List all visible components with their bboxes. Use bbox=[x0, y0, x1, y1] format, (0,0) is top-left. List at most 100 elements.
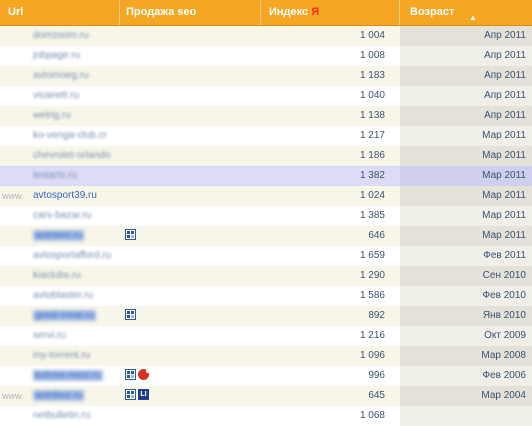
age-cell: Мар 2011 bbox=[400, 126, 532, 146]
url-cell: chevrolet-orlando bbox=[0, 146, 120, 166]
table-row: cars-bazar.ru 1 385 Мар 2011 bbox=[0, 206, 532, 226]
age-cell: Апр 2011 bbox=[400, 46, 532, 66]
index-cell: 1 008 bbox=[261, 46, 400, 66]
url-link[interactable]: kuhnia-mesi.ru bbox=[33, 370, 103, 381]
url-link[interactable]: lestarts.ru bbox=[33, 170, 77, 181]
table-row: good-meal.ru 892 Янв 2010 bbox=[0, 306, 532, 326]
age-cell: Апр 2011 bbox=[400, 86, 532, 106]
seo-cell bbox=[120, 146, 261, 166]
url-link[interactable]: welrig.ru bbox=[33, 110, 71, 121]
yandex-logo: Я bbox=[311, 6, 320, 18]
url-link[interactable]: servi.ru bbox=[33, 330, 66, 341]
index-cell: 1 217 bbox=[261, 126, 400, 146]
domain-table: Url Продажа seo Индекс Я Возраст ▲ domzoo… bbox=[0, 0, 532, 426]
url-link[interactable]: vicanett.ru bbox=[33, 90, 79, 101]
red-ball-icon[interactable] bbox=[138, 369, 149, 380]
liveinternet-icon[interactable]: LI bbox=[138, 389, 149, 400]
column-header-url[interactable]: Url bbox=[0, 0, 120, 25]
table-row: jobpage.ru 1 008 Апр 2011 bbox=[0, 46, 532, 66]
seo-cell bbox=[120, 346, 261, 366]
www-prefix: www. bbox=[2, 391, 24, 401]
index-cell: 1 659 bbox=[261, 246, 400, 266]
index-cell: 1 068 bbox=[261, 406, 400, 426]
seo-cell bbox=[120, 126, 261, 146]
table-row: vicanett.ru 1 040 Апр 2011 bbox=[0, 86, 532, 106]
table-row: kuhnia-mesi.ru 996 Фев 2006 bbox=[0, 366, 532, 386]
column-header-url-label: Url bbox=[8, 6, 24, 18]
url-link[interactable]: kiaclubs.ru bbox=[33, 270, 81, 281]
url-link[interactable]: ko-venga-club.cr bbox=[33, 130, 107, 141]
url-cell: kuhnia-mesi.ru bbox=[0, 366, 120, 386]
url-link[interactable]: avtosportafford.ru bbox=[33, 250, 111, 261]
index-cell: 1 186 bbox=[261, 146, 400, 166]
url-cell: ko-venga-club.cr bbox=[0, 126, 120, 146]
url-link[interactable]: avtoblaster.ru bbox=[33, 290, 93, 301]
table-row: www. autobuz.ru LI 645 Мар 2004 bbox=[0, 386, 532, 406]
url-link[interactable]: autobuz.ru bbox=[33, 390, 85, 401]
table-row: avtomoeg.ru 1 183 Апр 2011 bbox=[0, 66, 532, 86]
url-cell: servi.ru bbox=[0, 326, 120, 346]
seo-cell bbox=[120, 166, 261, 186]
table-row: avtoblaster.ru 1 586 Фев 2010 bbox=[0, 286, 532, 306]
url-cell: autotest.ru bbox=[0, 226, 120, 246]
url-link[interactable]: my-torrent.ru bbox=[33, 350, 90, 361]
age-cell: Апр 2011 bbox=[400, 66, 532, 86]
seo-exchange-icon[interactable] bbox=[125, 389, 136, 400]
url-link[interactable]: good-meal.ru bbox=[33, 310, 96, 321]
column-header-age[interactable]: Возраст ▲ bbox=[400, 0, 532, 25]
seo-cell bbox=[120, 26, 261, 46]
age-cell: Фев 2011 bbox=[400, 246, 532, 266]
url-cell: www. autobuz.ru bbox=[0, 386, 120, 406]
index-cell: 1 290 bbox=[261, 266, 400, 286]
index-cell: 1 138 bbox=[261, 106, 400, 126]
seo-cell bbox=[120, 106, 261, 126]
url-cell: avtomoeg.ru bbox=[0, 66, 120, 86]
seo-cell bbox=[120, 86, 261, 106]
seo-cell bbox=[120, 226, 261, 246]
age-cell: Мар 2011 bbox=[400, 206, 532, 226]
url-link[interactable]: chevrolet-orlando bbox=[33, 150, 110, 161]
column-header-seo[interactable]: Продажа seo bbox=[120, 0, 261, 25]
index-cell: 892 bbox=[261, 306, 400, 326]
url-link[interactable]: autotest.ru bbox=[33, 230, 85, 241]
seo-cell bbox=[120, 246, 261, 266]
url-cell: my-torrent.ru bbox=[0, 346, 120, 366]
age-cell: Сен 2010 bbox=[400, 266, 532, 286]
url-cell: lestarts.ru bbox=[0, 166, 120, 186]
age-cell: Фев 2006 bbox=[400, 366, 532, 386]
age-cell: Фев 2010 bbox=[400, 286, 532, 306]
seo-exchange-icon[interactable] bbox=[125, 369, 136, 380]
age-cell: Мар 2011 bbox=[400, 146, 532, 166]
age-cell: Апр 2011 bbox=[400, 26, 532, 46]
column-header-seo-label: Продажа seo bbox=[126, 6, 197, 18]
seo-cell: LI bbox=[120, 386, 261, 406]
url-link[interactable]: domzoom.ru bbox=[33, 30, 89, 41]
www-prefix: www. bbox=[2, 191, 24, 201]
url-link[interactable]: jobpage.ru bbox=[33, 50, 80, 61]
seo-cell bbox=[120, 206, 261, 226]
url-link[interactable]: cars-bazar.ru bbox=[33, 210, 91, 221]
url-link[interactable]: netbulletin.ru bbox=[33, 410, 90, 421]
sort-ascending-icon[interactable]: ▲ bbox=[469, 5, 477, 30]
url-link[interactable]: avtomoeg.ru bbox=[33, 70, 89, 81]
index-cell: 1 586 bbox=[261, 286, 400, 306]
age-cell: Мар 2011 bbox=[400, 186, 532, 206]
table-row: domzoom.ru 1 004 Апр 2011 bbox=[0, 26, 532, 46]
table-row-hovered: lestarts.ru 1 382 Мар 2011 bbox=[0, 166, 532, 186]
table-row: kiaclubs.ru 1 290 Сен 2010 bbox=[0, 266, 532, 286]
age-cell: Мар 2008 bbox=[400, 346, 532, 366]
index-cell: 1 040 bbox=[261, 86, 400, 106]
index-cell: 646 bbox=[261, 226, 400, 246]
column-header-index[interactable]: Индекс Я bbox=[261, 0, 400, 25]
index-cell: 1 382 bbox=[261, 166, 400, 186]
table-row: netbulletin.ru 1 068 bbox=[0, 406, 532, 426]
age-cell: Мар 2011 bbox=[400, 166, 532, 186]
url-cell: www. avtosport39.ru bbox=[0, 186, 120, 206]
url-link[interactable]: avtosport39.ru bbox=[33, 190, 97, 201]
seo-exchange-icon[interactable] bbox=[125, 229, 136, 240]
age-cell bbox=[400, 406, 532, 426]
url-cell: jobpage.ru bbox=[0, 46, 120, 66]
column-header-age-label: Возраст bbox=[410, 6, 455, 18]
index-cell: 1 004 bbox=[261, 26, 400, 46]
seo-exchange-icon[interactable] bbox=[125, 309, 136, 320]
